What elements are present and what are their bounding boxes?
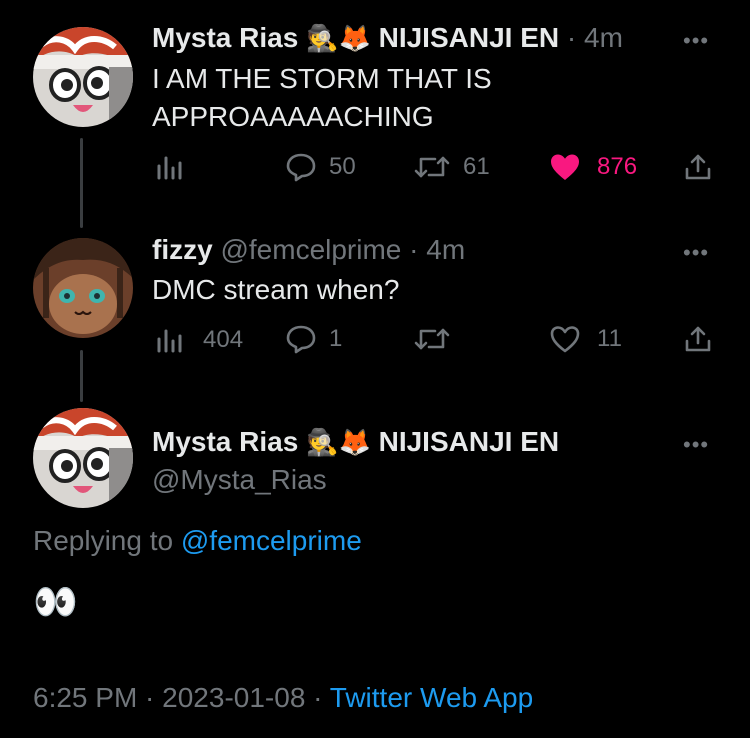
views-button[interactable] bbox=[155, 154, 183, 180]
tweet-time[interactable]: · 4m bbox=[567, 22, 623, 53]
like-button[interactable]: 876 bbox=[549, 152, 637, 182]
retweet-button[interactable]: 61 bbox=[413, 152, 490, 182]
more-icon[interactable]: ••• bbox=[683, 240, 709, 266]
tweet-time[interactable]: · 4m bbox=[409, 234, 465, 265]
like-count: 876 bbox=[597, 153, 638, 180]
replying-prefix: Replying to bbox=[33, 525, 174, 556]
avatar-mysta[interactable] bbox=[33, 408, 133, 508]
affiliation: NIJISANJI EN bbox=[378, 426, 560, 457]
like-button[interactable]: 11 bbox=[549, 324, 622, 354]
affiliation: NIJISANJI EN bbox=[378, 22, 560, 53]
badge-emojis: 🕵️🦊 bbox=[306, 427, 371, 457]
views-count: 404 bbox=[203, 326, 244, 353]
views-icon bbox=[157, 156, 182, 180]
heart-icon bbox=[551, 154, 579, 180]
share-icon bbox=[685, 326, 711, 352]
views-icon bbox=[157, 329, 182, 353]
more-icon[interactable]: ••• bbox=[683, 432, 709, 458]
share-button[interactable] bbox=[683, 324, 713, 354]
heart-icon bbox=[550, 326, 580, 353]
retweet-button[interactable] bbox=[413, 324, 451, 354]
display-name[interactable]: fizzy bbox=[152, 234, 213, 265]
reply-button[interactable]: 1 bbox=[285, 324, 342, 354]
tweet-text-line: APPROAAAAACHING bbox=[152, 101, 434, 132]
replying-handle-link[interactable]: @femcelprime bbox=[181, 525, 362, 556]
badge-emojis: 🕵️🦊 bbox=[306, 23, 371, 53]
views-button[interactable]: 404 bbox=[155, 326, 243, 354]
reply-count: 1 bbox=[329, 325, 343, 352]
tweet-text: 👀 bbox=[33, 581, 78, 622]
source-link[interactable]: Twitter Web App bbox=[330, 682, 533, 713]
handle[interactable]: @femcelprime bbox=[220, 234, 401, 265]
reply-icon bbox=[286, 153, 316, 182]
reply-icon bbox=[286, 325, 316, 354]
tweet-text-line: I AM THE STORM THAT IS bbox=[152, 63, 492, 94]
replying-to: Replying to @femcelprime bbox=[33, 525, 362, 557]
tweet-text: I AM THE STORM THAT IS APPROAAAAACHING bbox=[152, 60, 492, 136]
display-name[interactable]: Mysta Rias bbox=[152, 22, 298, 53]
display-name[interactable]: Mysta Rias bbox=[152, 426, 298, 457]
share-icon bbox=[685, 154, 711, 180]
avatar-mysta[interactable] bbox=[33, 27, 133, 127]
tweet-timestamp: 6:25 PM · 2023-01-08 · Twitter Web App bbox=[33, 682, 533, 714]
like-count: 11 bbox=[597, 325, 622, 352]
retweet-icon bbox=[414, 156, 450, 178]
retweet-icon bbox=[414, 328, 450, 350]
thread-line bbox=[80, 138, 83, 228]
more-icon[interactable]: ••• bbox=[683, 28, 709, 54]
avatar-fizzy[interactable] bbox=[33, 238, 133, 338]
reply-count: 50 bbox=[329, 153, 356, 180]
thread-line bbox=[80, 350, 83, 402]
share-button[interactable] bbox=[683, 152, 713, 182]
retweet-count: 61 bbox=[463, 153, 490, 180]
handle[interactable]: @Mysta_Rias bbox=[152, 464, 327, 496]
timestamp-text[interactable]: 6:25 PM · 2023-01-08 · bbox=[33, 682, 323, 713]
reply-button[interactable]: 50 bbox=[285, 152, 356, 182]
tweet-text: DMC stream when? bbox=[152, 274, 400, 305]
